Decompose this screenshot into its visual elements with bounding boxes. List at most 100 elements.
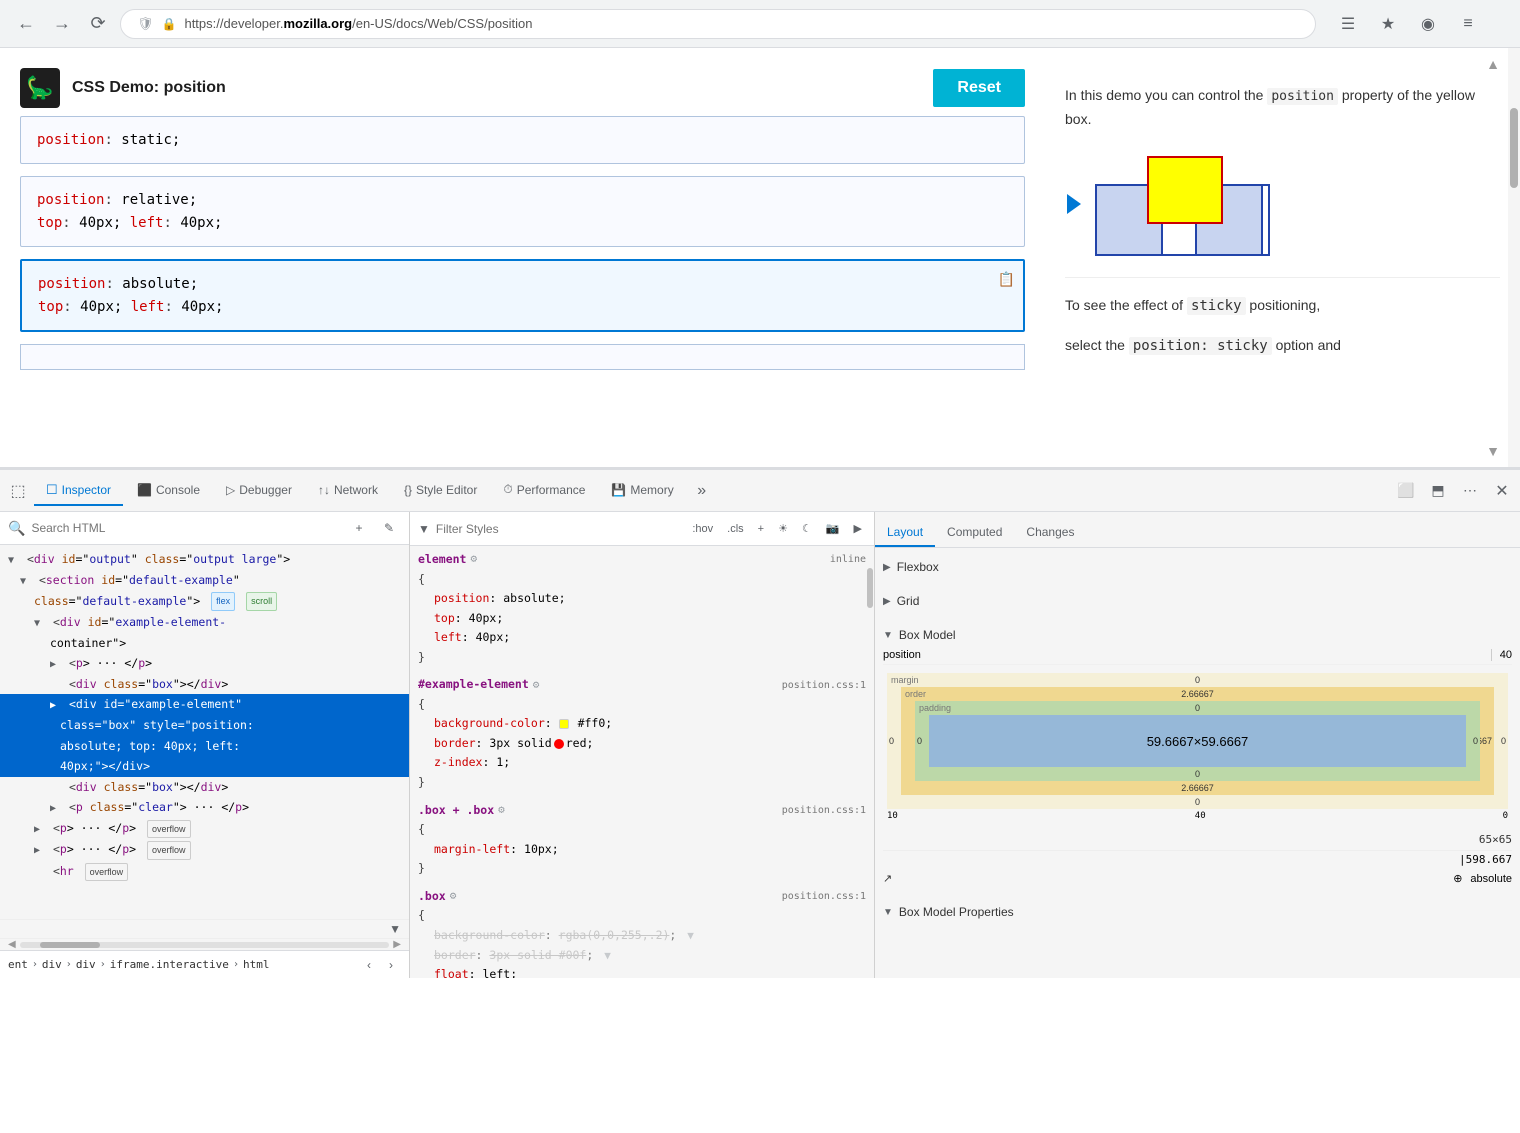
code-box-relative[interactable]: position: relative; top: 40px; left: 40p… <box>20 176 1025 247</box>
address-bar[interactable]: 🛡 🔒 https://developer.mozilla.org/en-US/… <box>120 9 1316 39</box>
split-view-button[interactable]: ⬜ <box>1392 477 1420 505</box>
rule-source-element: inline <box>830 551 866 568</box>
tab-inspector[interactable]: ☐ Inspector <box>34 476 123 506</box>
toggle-changes-button[interactable]: ▶ <box>850 520 866 537</box>
copy-icon[interactable]: 📋 <box>998 269 1015 291</box>
tab-computed[interactable]: Computed <box>935 519 1014 547</box>
padding-layer: 0 0 0 0 padding 59.6667×59.6667 <box>915 701 1480 781</box>
new-rule-button[interactable]: + <box>754 521 768 537</box>
tab-network[interactable]: ↑↓ Network <box>306 477 390 505</box>
tab-changes[interactable]: Changes <box>1014 519 1086 547</box>
html-search-bar: 🔍 + ✎ <box>0 512 409 545</box>
css-top-prop-2: top <box>37 215 62 231</box>
back-button[interactable]: ← <box>12 10 40 38</box>
tab-memory[interactable]: 💾 Memory <box>599 477 685 505</box>
reload-button[interactable]: ⟳ <box>84 10 112 38</box>
undock-button[interactable]: ⬒ <box>1424 477 1452 505</box>
style-rule-box: .box ⚙ position.css:1 { background-color… <box>418 887 866 978</box>
tree-div-example-element-3[interactable]: absolute; top: 40px; left: <box>0 736 409 756</box>
element-picker-button[interactable]: ⬚ <box>4 477 32 505</box>
close-devtools-button[interactable]: ✕ <box>1488 477 1516 505</box>
rule-gear-box-plus-box[interactable]: ⚙ <box>498 801 505 820</box>
rule-header-element: element ⚙ inline <box>418 550 866 570</box>
bm-properties-arrow: ▼ <box>883 907 893 918</box>
box-model-header[interactable]: ▼ Box Model <box>883 624 1512 646</box>
size-label: 65×65 <box>1479 833 1512 846</box>
bc-item-div-2[interactable]: div <box>76 958 96 971</box>
tree-div-box-2[interactable]: <div class="box"></div> <box>0 777 409 797</box>
tree-section-default[interactable]: ▼ <section id="default-example" <box>0 570 409 591</box>
css-left-val-3: 40px; <box>181 299 223 315</box>
play-button[interactable] <box>1067 194 1081 214</box>
bc-next-button[interactable]: › <box>381 955 401 975</box>
rule-gear-element[interactable]: ⚙ <box>470 550 477 569</box>
tree-p-clear[interactable]: ▶ <p class="clear"> ··· </p> <box>0 797 409 818</box>
screenshots-button[interactable]: 📷 <box>822 520 844 537</box>
tab-style-editor[interactable]: {} Style Editor <box>392 477 489 505</box>
page-content-area: 🦕 CSS Demo: position Reset position: sta… <box>0 48 1520 468</box>
grid-header[interactable]: ▶ Grid <box>883 590 1512 612</box>
scroll-up-btn[interactable]: ▲ <box>1486 56 1500 72</box>
tree-div-container-2[interactable]: container"> <box>0 633 409 653</box>
flexbox-arrow: ▶ <box>883 562 891 573</box>
reset-button[interactable]: Reset <box>933 69 1025 107</box>
devtools-more-button[interactable]: ⋯ <box>1456 477 1484 505</box>
tree-div-box-1[interactable]: <div class="box"></div> <box>0 674 409 694</box>
color-swatch-red[interactable] <box>554 739 564 749</box>
tab-console[interactable]: ⬛ Console <box>125 477 212 505</box>
url-text: https://developer.mozilla.org/en-US/docs… <box>184 16 1299 31</box>
more-tabs-button[interactable]: » <box>688 477 716 505</box>
forward-button[interactable]: → <box>48 10 76 38</box>
flexbox-header[interactable]: ▶ Flexbox <box>883 556 1512 578</box>
tab-layout[interactable]: Layout <box>875 519 935 547</box>
tree-div-example-element-2[interactable]: class="box" style="position: <box>0 715 409 735</box>
menu-button[interactable]: ≡ <box>1452 8 1484 40</box>
rule-gear-example[interactable]: ⚙ <box>533 676 540 695</box>
bc-item-html[interactable]: html <box>243 958 270 971</box>
cls-button[interactable]: .cls <box>723 521 748 537</box>
hscroll-left[interactable]: ◀ <box>8 939 16 950</box>
padding-bottom-val: 0 <box>1195 769 1200 779</box>
filter-icon-border[interactable]: ▼ <box>604 949 611 962</box>
bc-item-iframe[interactable]: iframe.interactive <box>110 958 229 971</box>
page-scrollbar-thumb[interactable] <box>1510 108 1518 188</box>
hov-button[interactable]: :hov <box>688 521 717 537</box>
tree-section-class[interactable]: class="default-example"> flex scroll <box>0 591 409 612</box>
hscroll-thumb[interactable] <box>40 942 100 948</box>
tab-performance[interactable]: ⏱ Performance <box>491 476 597 505</box>
filter-styles-input[interactable] <box>436 522 682 536</box>
tree-p-1[interactable]: ▶ <p> ··· </p> <box>0 653 409 674</box>
hscroll-right[interactable]: ▶ <box>393 939 401 950</box>
tree-div-container[interactable]: ▼ <div id="example-element- <box>0 612 409 633</box>
tab-debugger[interactable]: ▷ Debugger <box>214 477 304 505</box>
tree-p-overflow-1[interactable]: ▶ <p> ··· </p> overflow <box>0 818 409 839</box>
tree-div-example-element[interactable]: ▶ <div id="example-element" <box>0 694 409 715</box>
pick-element-button[interactable]: ✎ <box>377 516 401 540</box>
light-mode-button[interactable]: ☀ <box>774 520 792 537</box>
code-box-absolute[interactable]: 📋 position: absolute; top: 40px; left: 4… <box>20 259 1025 332</box>
code-box-static[interactable]: position: static; <box>20 116 1025 164</box>
tree-div-output[interactable]: ▼ <div id="output" class="output large"> <box>0 549 409 570</box>
box-model-properties-header[interactable]: ▼ Box Model Properties <box>883 901 1512 923</box>
expand-arrow-example: ▶ <box>50 698 62 714</box>
html-search-input[interactable] <box>31 521 341 535</box>
scroll-down-arrow[interactable]: ▼ <box>389 922 401 936</box>
filter-icon-bgcolor[interactable]: ▼ <box>687 929 694 942</box>
bc-prev-button[interactable]: ‹ <box>359 955 379 975</box>
bc-item-ent[interactable]: ent <box>8 958 28 971</box>
dark-mode-button[interactable]: ☾ <box>798 520 816 537</box>
bc-item-div-1[interactable]: div <box>42 958 62 971</box>
tree-hr-overflow[interactable]: <hr overflow <box>0 861 409 882</box>
add-node-button[interactable]: + <box>347 516 371 540</box>
pocket-button[interactable]: ◉ <box>1412 8 1444 40</box>
border-layer: 2.66667 2.66667 2.66667 2.66667 order 0 … <box>901 687 1494 795</box>
demo-boxes <box>1095 146 1500 261</box>
scroll-down-btn[interactable]: ▼ <box>1486 443 1500 459</box>
bookmark-button[interactable]: ★ <box>1372 8 1404 40</box>
rule-gear-box[interactable]: ⚙ <box>450 887 457 906</box>
reader-view-button[interactable]: ☰ <box>1332 8 1364 40</box>
tree-div-example-element-4[interactable]: 40px;"></div> <box>0 756 409 776</box>
color-swatch-yellow[interactable] <box>559 719 569 729</box>
tree-p-overflow-2[interactable]: ▶ <p> ··· </p> overflow <box>0 839 409 860</box>
styles-scrollbar-thumb[interactable] <box>867 568 873 608</box>
